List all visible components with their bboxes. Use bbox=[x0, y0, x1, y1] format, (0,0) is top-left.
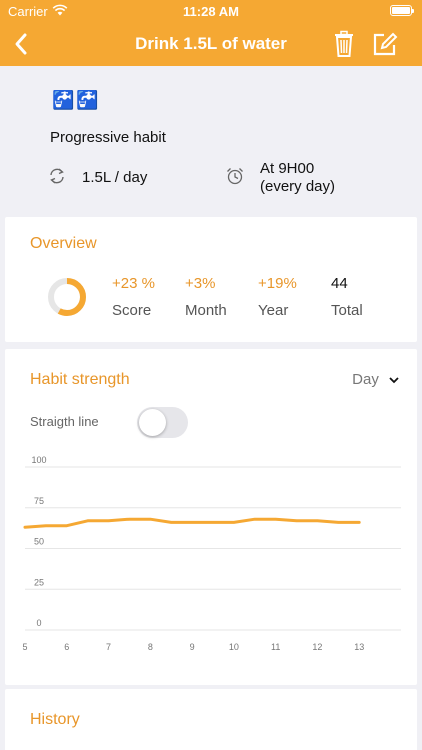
x-tick-label: 9 bbox=[190, 642, 195, 652]
stat-total: 44 Total bbox=[331, 275, 363, 319]
straight-line-toggle[interactable] bbox=[137, 407, 188, 438]
repeat-icon bbox=[50, 168, 64, 184]
y-tick-label: 50 bbox=[34, 537, 44, 547]
reminder-time: At 9H00 bbox=[260, 160, 315, 177]
stat-total-value: 44 bbox=[331, 275, 348, 292]
y-tick-label: 0 bbox=[36, 618, 41, 628]
x-tick-label: 13 bbox=[354, 642, 364, 652]
habit-type: Progressive habit bbox=[50, 129, 166, 146]
straight-line-label: Straigth line bbox=[30, 414, 99, 429]
y-tick-label: 100 bbox=[31, 455, 46, 465]
habit-reminder: At 9H00 (every day) bbox=[260, 160, 335, 196]
stat-score-label: Score bbox=[112, 302, 152, 319]
habit-strength-card: Habit strength Day Straigth line 0 25 50 75… bbox=[5, 349, 417, 685]
y-tick-label: 25 bbox=[34, 577, 44, 587]
chevron-down-icon bbox=[389, 377, 399, 384]
toggle-knob bbox=[139, 409, 166, 436]
score-ring bbox=[48, 278, 86, 316]
history-card: History bbox=[5, 689, 417, 750]
x-tick-label: 7 bbox=[106, 642, 111, 652]
habit-icons: 🚰🚰 bbox=[52, 90, 101, 110]
stat-total-label: Total bbox=[331, 302, 363, 319]
x-tick-label: 6 bbox=[64, 642, 69, 652]
range-value: Day bbox=[352, 371, 379, 388]
stat-year-value: +19% bbox=[258, 275, 297, 292]
habit-info: 🚰🚰 Progressive habit 1.5L / day At 9H00 … bbox=[0, 66, 422, 216]
overview-title: Overview bbox=[30, 235, 97, 252]
x-tick-label: 11 bbox=[271, 642, 280, 652]
clock: 11:28 AM bbox=[183, 4, 239, 19]
strength-series-line bbox=[23, 517, 361, 529]
stat-month-value: +3% bbox=[185, 275, 216, 292]
stat-year-label: Year bbox=[258, 302, 289, 319]
y-tick-label: 75 bbox=[34, 496, 44, 506]
page-title: Drink 1.5L of water bbox=[135, 34, 287, 53]
stat-month: +3% Month bbox=[185, 275, 227, 319]
stat-score-value: +23 % bbox=[112, 275, 155, 292]
overview-card: Overview +23 % Score +3% Month +19% Year… bbox=[5, 217, 417, 342]
habit-goal: 1.5L / day bbox=[82, 169, 148, 186]
x-tick-label: 10 bbox=[229, 642, 239, 652]
status-bar: Carrier 11:28 AM bbox=[0, 0, 422, 22]
x-tick-label: 5 bbox=[22, 642, 27, 652]
range-selector[interactable]: Day bbox=[352, 371, 399, 388]
x-tick-label: 12 bbox=[312, 642, 322, 652]
alarm-clock-icon bbox=[227, 168, 243, 185]
habit-strength-chart: 0 25 50 75 100 5 6 7 8 9 10 11 12 13 bbox=[22, 455, 401, 652]
stat-year: +19% Year bbox=[258, 275, 297, 319]
stat-month-label: Month bbox=[185, 302, 227, 319]
battery-icon bbox=[390, 5, 414, 16]
reminder-frequency: (every day) bbox=[260, 178, 336, 195]
x-tick-label: 8 bbox=[148, 642, 153, 652]
history-title: History bbox=[30, 711, 80, 728]
edit-icon[interactable] bbox=[372, 30, 398, 58]
habit-strength-title: Habit strength bbox=[30, 371, 130, 388]
stat-score: +23 % Score bbox=[112, 275, 155, 319]
trash-icon[interactable] bbox=[332, 30, 356, 58]
navigation-bar: Drink 1.5L of water bbox=[0, 22, 422, 66]
